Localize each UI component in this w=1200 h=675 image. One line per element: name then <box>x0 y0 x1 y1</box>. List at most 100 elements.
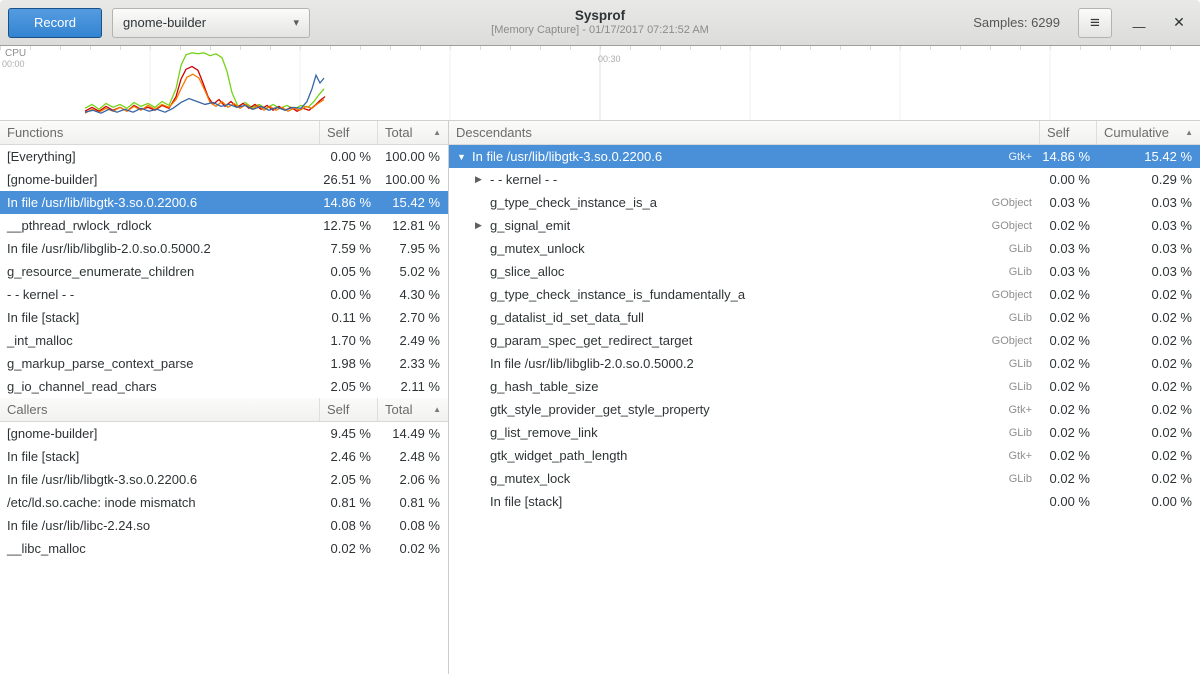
tree-row[interactable]: ▼In file /usr/lib/libgtk-3.so.0.2200.6Gt… <box>449 145 1200 168</box>
tree-row[interactable]: gtk_widget_path_lengthGtk+0.02 %0.02 % <box>449 444 1200 467</box>
total-percent: 2.06 % <box>378 472 448 487</box>
total-percent: 2.48 % <box>378 449 448 464</box>
table-row[interactable]: __pthread_rwlock_rdlock12.75 %12.81 % <box>0 214 448 237</box>
total-percent: 7.95 % <box>378 241 448 256</box>
cumulative-column-header[interactable]: Cumulative ▲ <box>1097 121 1200 144</box>
self-percent: 0.02 % <box>1040 425 1097 440</box>
sort-arrow-icon: ▲ <box>433 405 441 414</box>
table-row[interactable]: [Everything]0.00 %100.00 % <box>0 145 448 168</box>
descendants-column-header[interactable]: Descendants <box>449 121 1040 144</box>
function-name: g_list_remove_link <box>490 425 598 440</box>
table-row[interactable]: _int_malloc1.70 %2.49 % <box>0 329 448 352</box>
tree-row[interactable]: g_param_spec_get_redirect_targetGObject0… <box>449 329 1200 352</box>
function-name: [gnome-builder] <box>0 426 320 441</box>
self-percent: 0.00 % <box>1040 494 1097 509</box>
function-name: In file /usr/lib/libglib-2.0.so.0.5000.2 <box>490 356 694 371</box>
total-column-header[interactable]: Total ▲ <box>378 398 448 421</box>
table-row[interactable]: /etc/ld.so.cache: inode mismatch0.81 %0.… <box>0 491 448 514</box>
functions-column-header[interactable]: Functions <box>0 121 320 144</box>
tree-row[interactable]: g_mutex_lockGLib0.02 %0.02 % <box>449 467 1200 490</box>
total-column-header[interactable]: Total ▲ <box>378 121 448 144</box>
table-row[interactable]: In file /usr/lib/libgtk-3.so.0.2200.614.… <box>0 191 448 214</box>
function-name: __libc_malloc <box>0 541 320 556</box>
table-row[interactable]: In file [stack]2.46 %2.48 % <box>0 445 448 468</box>
function-name: In file [stack] <box>0 449 320 464</box>
category-label: Gtk+ <box>998 450 1040 462</box>
minimize-button[interactable]: — <box>1126 10 1152 36</box>
cumulative-percent: 0.29 % <box>1097 172 1200 187</box>
table-row[interactable]: g_resource_enumerate_children0.05 %5.02 … <box>0 260 448 283</box>
tree-row[interactable]: ▶- - kernel - -0.00 %0.29 % <box>449 168 1200 191</box>
cpu-usage-graph[interactable]: CPU 00:00 00:30 <box>0 46 1200 121</box>
tree-row[interactable]: g_type_check_instance_is_aGObject0.03 %0… <box>449 191 1200 214</box>
tree-row[interactable]: In file [stack]0.00 %0.00 % <box>449 490 1200 513</box>
self-column-header[interactable]: Self <box>320 121 378 144</box>
function-name: [Everything] <box>0 149 320 164</box>
total-percent: 0.81 % <box>378 495 448 510</box>
cumulative-percent: 0.02 % <box>1097 402 1200 417</box>
tree-row[interactable]: gtk_style_provider_get_style_propertyGtk… <box>449 398 1200 421</box>
callers-header-label: Callers <box>7 402 47 417</box>
tree-row[interactable]: In file /usr/lib/libglib-2.0.so.0.5000.2… <box>449 352 1200 375</box>
self-percent: 26.51 % <box>320 172 378 187</box>
table-row[interactable]: In file /usr/lib/libgtk-3.so.0.2200.62.0… <box>0 468 448 491</box>
self-percent: 0.03 % <box>1040 264 1097 279</box>
table-row[interactable]: g_io_channel_read_chars2.05 %2.11 % <box>0 375 448 398</box>
total-percent: 2.49 % <box>378 333 448 348</box>
table-row[interactable]: In file /usr/lib/libc-2.24.so0.08 %0.08 … <box>0 514 448 537</box>
process-selector[interactable]: gnome-builder ▾ <box>112 8 310 38</box>
table-row[interactable]: In file [stack]0.11 %2.70 % <box>0 306 448 329</box>
tree-row[interactable]: g_mutex_unlockGLib0.03 %0.03 % <box>449 237 1200 260</box>
function-name: [gnome-builder] <box>0 172 320 187</box>
function-name: In file [stack] <box>490 494 562 509</box>
main-area: Functions Self Total ▲ [Everything]0.00 … <box>0 121 1200 674</box>
process-selector-label: gnome-builder <box>123 15 206 30</box>
table-row[interactable]: [gnome-builder]26.51 %100.00 % <box>0 168 448 191</box>
cumulative-percent: 0.02 % <box>1097 310 1200 325</box>
callers-table-header: Callers Self Total ▲ <box>0 398 448 422</box>
cumulative-percent: 0.03 % <box>1097 264 1200 279</box>
self-column-header[interactable]: Self <box>320 398 378 421</box>
expander-expanded-icon[interactable]: ▼ <box>457 152 472 162</box>
table-row[interactable]: - - kernel - -0.00 %4.30 % <box>0 283 448 306</box>
category-label: GLib <box>999 312 1040 324</box>
tree-row[interactable]: g_datalist_id_set_data_fullGLib0.02 %0.0… <box>449 306 1200 329</box>
function-name: g_resource_enumerate_children <box>0 264 320 279</box>
self-percent: 2.05 % <box>320 472 378 487</box>
function-name: g_mutex_lock <box>490 471 570 486</box>
table-row[interactable]: [gnome-builder]9.45 %14.49 % <box>0 422 448 445</box>
tree-row[interactable]: g_hash_table_sizeGLib0.02 %0.02 % <box>449 375 1200 398</box>
table-row[interactable]: g_markup_parse_context_parse1.98 %2.33 % <box>0 352 448 375</box>
cumulative-header-label: Cumulative <box>1104 125 1169 140</box>
record-button[interactable]: Record <box>8 8 102 38</box>
function-name: __pthread_rwlock_rdlock <box>0 218 320 233</box>
self-column-header[interactable]: Self <box>1040 121 1097 144</box>
table-row[interactable]: __libc_malloc0.02 %0.02 % <box>0 537 448 560</box>
sort-arrow-icon: ▲ <box>433 128 441 137</box>
function-name: In file /usr/lib/libgtk-3.so.0.2200.6 <box>472 149 662 164</box>
table-row[interactable]: In file /usr/lib/libglib-2.0.so.0.5000.2… <box>0 237 448 260</box>
tree-row[interactable]: g_type_check_instance_is_fundamentally_a… <box>449 283 1200 306</box>
function-name: g_param_spec_get_redirect_target <box>490 333 692 348</box>
total-header-label: Total <box>385 402 412 417</box>
expander-collapsed-icon[interactable]: ▶ <box>475 174 490 185</box>
function-name: In file /usr/lib/libglib-2.0.so.0.5000.2 <box>0 241 320 256</box>
self-percent: 1.98 % <box>320 356 378 371</box>
self-percent: 0.03 % <box>1040 195 1097 210</box>
self-percent: 0.81 % <box>320 495 378 510</box>
cumulative-percent: 0.02 % <box>1097 356 1200 371</box>
self-percent: 0.02 % <box>1040 218 1097 233</box>
tree-row[interactable]: g_slice_allocGLib0.03 %0.03 % <box>449 260 1200 283</box>
time-label-mid: 00:30 <box>598 54 621 64</box>
tree-row[interactable]: ▶g_signal_emitGObject0.02 %0.03 % <box>449 214 1200 237</box>
function-name: In file /usr/lib/libc-2.24.so <box>0 518 320 533</box>
menu-button[interactable]: ≡ <box>1078 8 1112 38</box>
headerbar: Record gnome-builder ▾ Sysprof [Memory C… <box>0 0 1200 46</box>
callers-column-header[interactable]: Callers <box>0 398 320 421</box>
close-button[interactable]: ✕ <box>1166 10 1192 36</box>
function-name: g_signal_emit <box>490 218 570 233</box>
category-label: GLib <box>999 266 1040 278</box>
expander-collapsed-icon[interactable]: ▶ <box>475 220 490 231</box>
function-name: g_slice_alloc <box>490 264 564 279</box>
tree-row[interactable]: g_list_remove_linkGLib0.02 %0.02 % <box>449 421 1200 444</box>
